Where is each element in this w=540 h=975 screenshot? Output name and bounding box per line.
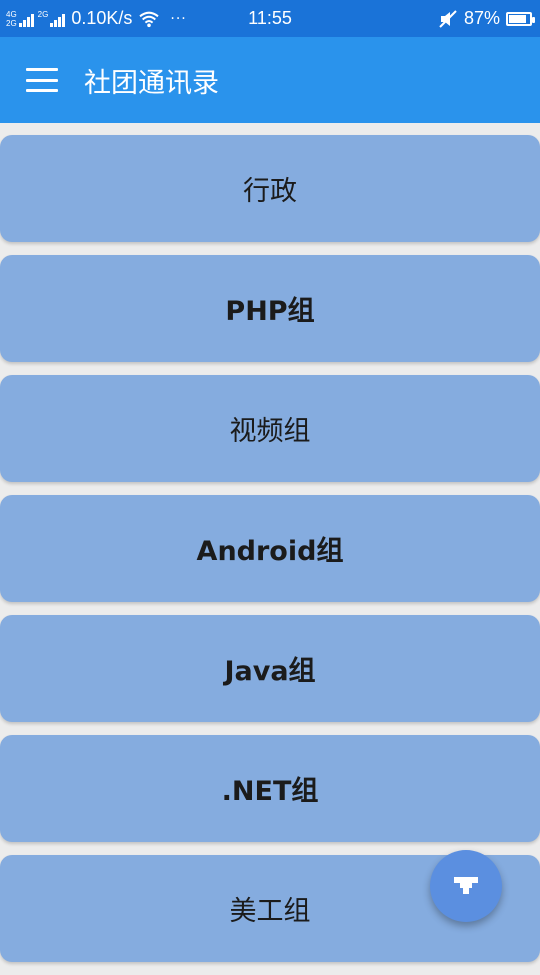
battery-fill [509,14,527,23]
network-type-bottom: 2G [6,18,17,28]
network-type-extra: 2G [37,9,49,19]
battery-percent: 87% [463,8,500,28]
group-card[interactable]: Android组 [0,495,540,602]
status-left: 4G 2G 2G 0.10K/s ··· [6,0,187,37]
group-card[interactable]: 视频组 [0,375,540,482]
group-label: 行政 [243,176,297,207]
group-card[interactable]: 行政 [0,135,540,242]
group-card[interactable]: Java组 [0,615,540,722]
mute-icon [439,9,457,28]
network-type-top: 4G [6,9,17,19]
status-right: 87% [438,0,535,37]
hamburger-menu-icon[interactable] [26,68,58,92]
group-card[interactable]: .NET组 [0,735,540,842]
signal-icon-secondary [50,11,66,27]
group-label: .NET组 [221,776,319,807]
network-type: 4G 2G [6,10,17,28]
group-label: 美工组 [229,896,311,927]
filter-icon [454,877,478,894]
signal-icon [18,11,34,27]
wifi-icon [139,11,160,27]
more-notifications-icon: ··· [170,10,187,27]
battery-icon [506,11,535,26]
group-label: PHP组 [225,296,315,327]
group-card[interactable]: PHP组 [0,255,540,362]
network-speed: 0.10K/s [71,8,133,28]
group-label: Java组 [224,656,316,687]
app-bar: 社团通讯录 [0,37,540,123]
app-title: 社团通讯录 [84,67,219,99]
group-label: Android组 [196,536,344,567]
filter-fab-button[interactable] [430,850,502,922]
status-bar: 4G 2G 2G 0.10K/s ··· 11:55 87% [0,0,540,37]
group-label: 视频组 [229,416,311,447]
group-list: 行政 PHP组视频组 Android组 Java组 .NET组美工组 [0,135,540,975]
network-type-secondary: 2G [38,10,49,28]
